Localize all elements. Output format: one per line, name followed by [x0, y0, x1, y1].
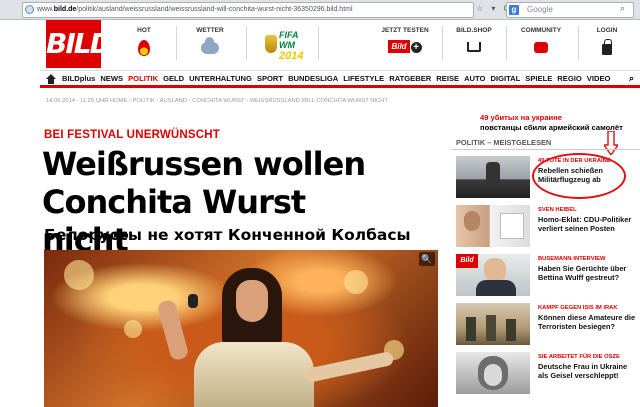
page-root: www.bild.de/politik/ausland/weissrusslan…: [0, 0, 640, 407]
sidebar-thumb: [456, 303, 530, 345]
nav-item-sport[interactable]: SPORT: [257, 74, 283, 83]
cloud-icon: [201, 37, 219, 54]
bild-plus-badge: Bild: [388, 40, 410, 53]
search-icon[interactable]: ⌕: [629, 73, 634, 84]
singer-arm: [303, 350, 395, 384]
sidebar-item[interactable]: KAMPF GEGEN ISIS IM IRAK Können diese Am…: [456, 303, 636, 347]
lock-icon: [602, 39, 612, 55]
header-divider: [318, 26, 319, 60]
breadcrumb: 14.06.2014 - 11:25 UHR HOME › POLITIK › …: [46, 98, 388, 104]
header-divider: [176, 26, 177, 60]
plus-icon: +: [410, 41, 422, 53]
google-icon: g: [509, 5, 519, 15]
image-zoom-button[interactable]: 🔍: [419, 252, 435, 266]
bild-plus-thumb-badge: Bild: [456, 254, 478, 268]
url-domain: bild.de: [53, 6, 77, 13]
annotation-text: 49 убитых на украине повстанцы сбили арм…: [480, 113, 640, 133]
bild-logo[interactable]: BILD: [46, 20, 113, 68]
sidebar-kicker: SVEN HEIBEL: [538, 207, 577, 213]
nav-item-reise[interactable]: REISE: [436, 74, 459, 83]
nav-item-video[interactable]: VIDEO: [587, 74, 611, 83]
sidebar-heading: POLITIK – MEISTGELESEN: [451, 138, 640, 150]
address-bar[interactable]: www.bild.de/politik/ausland/weissrusslan…: [22, 2, 474, 18]
hero-image[interactable]: [44, 250, 438, 407]
header-hot-label: HOT: [137, 27, 151, 34]
header-divider: [506, 26, 507, 60]
nav-item-lifestyle[interactable]: LIFESTYLE: [343, 74, 384, 83]
url-prefix: www.: [37, 6, 54, 13]
sidebar-title: Können diese Amateure die Terroristen be…: [538, 313, 636, 331]
header-jetzt-testen[interactable]: JETZT TESTEN Bild +: [378, 27, 432, 53]
nav-item-politik[interactable]: POLITIK: [128, 74, 158, 83]
header-bild-shop[interactable]: BILD.SHOP: [452, 27, 496, 54]
sidebar-item[interactable]: SVEN HEIBEL Homo-Eklat: CDU-Politiker ve…: [456, 205, 636, 249]
sidebar-kicker: BUSEMANN-INTERVIEW: [538, 256, 606, 262]
annotation-line-1: 49 убитых на украине: [480, 113, 562, 122]
fifa-line2: 2014: [279, 50, 304, 62]
trophy-icon: [265, 35, 277, 53]
sidebar-kicker: SIE ARBEITET FÜR DIE OSZE: [538, 354, 620, 360]
header-community[interactable]: COMMUNITY: [516, 27, 566, 55]
url-path: /politik/ausland/weissrussland/weissruss…: [76, 6, 353, 13]
nav-item-digital[interactable]: DIGITAL: [490, 74, 520, 83]
nav-item-geld[interactable]: GELD: [163, 74, 184, 83]
stage-light: [124, 320, 142, 338]
sidebar-kicker: KAMPF GEGEN ISIS IM IRAK: [538, 305, 618, 311]
sidebar-title: Homo-Eklat: CDU-Politiker verliert seine…: [538, 215, 632, 233]
nav-item-spiele[interactable]: SPIELE: [525, 74, 552, 83]
sidebar-thumb: [456, 205, 530, 247]
site-globe-icon: [25, 5, 34, 14]
header-divider: [578, 26, 579, 60]
nav-item-ratgeber[interactable]: RATGEBER: [389, 74, 431, 83]
headline-line-1: Weißrussen wollen: [42, 145, 366, 183]
header-divider: [442, 26, 443, 60]
browser-toolbar: www.bild.de/politik/ausland/weissrusslan…: [0, 0, 640, 20]
nav-items: BILDplus NEWS POLITIK GELD UNTERHALTUNG SPORT…: [62, 74, 615, 83]
sidebar-title: Deutsche Frau in Ukraine als Geisel vers…: [538, 362, 628, 380]
singer-dress: [194, 342, 314, 407]
magnifier-icon[interactable]: ⌕: [620, 3, 625, 14]
header-divider: [246, 26, 247, 60]
headline-line-2: Conchita Wurst nicht: [42, 183, 306, 259]
fifa-line1: FIFA WM: [279, 30, 299, 50]
nav-item-regio[interactable]: REGIO: [557, 74, 581, 83]
browser-search-input[interactable]: Google: [506, 2, 634, 18]
nav-item-auto[interactable]: AUTO: [464, 74, 485, 83]
nav-item-news[interactable]: NEWS: [100, 74, 123, 83]
nav-item-unterhaltung[interactable]: UNTERHALTUNG: [189, 74, 252, 83]
singer-face: [236, 280, 268, 322]
main-nav: BILDplus NEWS POLITIK GELD UNTERHALTUNG SPORT…: [40, 70, 640, 88]
fifa-wm-logo[interactable]: FIFA WM 2014: [259, 30, 305, 62]
sidebar-title: Haben Sie Gerüchte über Bettina Wulff ge…: [538, 264, 627, 282]
sidebar-item[interactable]: Bild BUSEMANN-INTERVIEW Haben Sie Gerüch…: [456, 254, 636, 298]
chat-bubble-icon: [534, 42, 548, 53]
stage-light: [344, 270, 368, 294]
home-icon[interactable]: [46, 74, 56, 84]
header-bild-shop-label: BILD.SHOP: [456, 27, 492, 34]
sidebar-thumb: [456, 156, 530, 198]
singer-arm: [156, 298, 190, 362]
header-jetzt-testen-label: JETZT TESTEN: [381, 27, 429, 34]
annotation-highlight-circle: [532, 153, 626, 199]
header-community-label: COMMUNITY: [520, 27, 562, 34]
nav-item-bundesliga[interactable]: BUNDESLIGA: [288, 74, 338, 83]
header-hot[interactable]: HOT: [130, 27, 158, 58]
microphone-icon: [188, 294, 198, 308]
nav-item-bildplus[interactable]: BILDplus: [62, 74, 95, 83]
sidebar-thumb: Bild: [456, 254, 530, 296]
cart-icon: [467, 42, 481, 52]
flame-icon: [138, 40, 150, 56]
sidebar-item[interactable]: SIE ARBEITET FÜR DIE OSZE Deutsche Frau …: [456, 352, 636, 396]
stage-light: [64, 260, 94, 290]
sidebar-thumb: [456, 352, 530, 394]
header-wetter-label: WETTER: [196, 27, 224, 34]
header-wetter[interactable]: WETTER: [190, 27, 230, 56]
article-kicker: BEI FESTIVAL UNERWÜNSCHT: [44, 129, 221, 141]
russian-caption: Белоруссы не хотят Конченной Колбасы: [44, 226, 411, 244]
header-login[interactable]: LOGIN: [592, 27, 622, 57]
header-login-label: LOGIN: [596, 27, 618, 34]
